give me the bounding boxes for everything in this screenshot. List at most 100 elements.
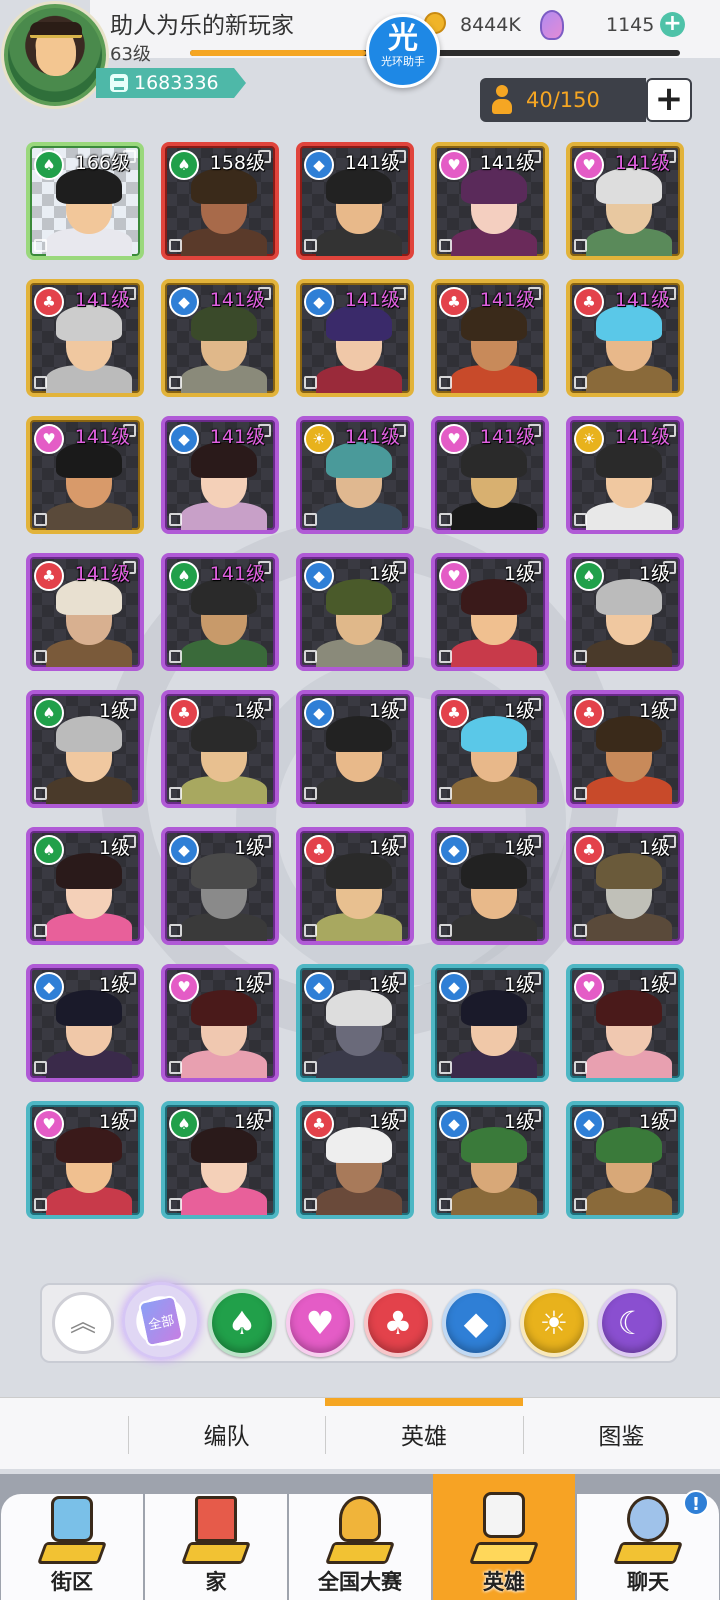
sun-suit-icon: ☀: [574, 424, 604, 454]
gold-amount: 8444K: [460, 14, 521, 36]
hero-card[interactable]: ◆ 1级: [431, 827, 549, 945]
hero-card[interactable]: ♥ 141级: [431, 416, 549, 534]
hero-card[interactable]: ♠ 1级: [26, 690, 144, 808]
player-name: 助人为乐的新玩家: [110, 13, 294, 39]
hero-card[interactable]: ◆ 1级: [26, 964, 144, 1082]
hero-card[interactable]: ♥ 1级: [566, 964, 684, 1082]
hero-card[interactable]: ◆ 1级: [296, 553, 414, 671]
nav-tournament[interactable]: 全国大赛: [289, 1494, 431, 1600]
hero-card[interactable]: ♣ 1级: [566, 827, 684, 945]
club-suit-icon: ♣: [304, 835, 334, 865]
hero-card[interactable]: ♠ 141级: [161, 553, 279, 671]
hero-level: 141级: [344, 289, 400, 311]
tab-heroes[interactable]: 英雄: [325, 1398, 523, 1469]
hero-card[interactable]: ♣ 141级: [26, 279, 144, 397]
hero-card[interactable]: ♥ 1级: [161, 964, 279, 1082]
hero-card[interactable]: ♣ 1级: [566, 690, 684, 808]
hero-card[interactable]: ♥ 141级: [431, 142, 549, 260]
hero-card[interactable]: ♣ 1级: [296, 827, 414, 945]
filter-all-button[interactable]: 全部: [122, 1282, 200, 1360]
hero-portrait: [316, 716, 402, 804]
hero-card[interactable]: ♣ 1级: [161, 690, 279, 808]
hero-card[interactable]: ◆ 141级: [296, 142, 414, 260]
hero-card[interactable]: ♠ 1级: [566, 553, 684, 671]
hero-level: 141级: [614, 289, 670, 311]
filter-heart-button[interactable]: ♥: [286, 1289, 354, 1357]
hero-portrait: [586, 853, 672, 941]
hero-portrait: [316, 579, 402, 667]
hero-card[interactable]: ◆ 1级: [296, 690, 414, 808]
filter-club-button[interactable]: ♣: [364, 1289, 432, 1357]
hero-level: 1级: [368, 837, 400, 859]
hero-portrait: [451, 442, 537, 530]
tab-formation[interactable]: 编队: [128, 1398, 325, 1469]
tab-codex[interactable]: 图鉴: [522, 1398, 720, 1469]
filter-moon-button[interactable]: ☾: [598, 1289, 666, 1357]
sub-tab-spacer: [0, 1398, 128, 1469]
player-avatar[interactable]: [4, 4, 106, 106]
heart-suit-icon: ♥: [574, 150, 604, 180]
hero-card[interactable]: ◆ 141级: [161, 416, 279, 534]
diamond-suit-icon: ◆: [304, 561, 334, 591]
nav-heroes[interactable]: 英雄: [433, 1474, 575, 1600]
hero-portrait: [586, 442, 672, 530]
hero-card[interactable]: ☀ 141级: [566, 416, 684, 534]
gem-amount: 1145: [606, 14, 655, 36]
corner-mark: [439, 924, 452, 937]
corner-mark: [574, 513, 587, 526]
filter-diamond-button[interactable]: ◆: [442, 1289, 510, 1357]
hero-card[interactable]: ♠ 158级: [161, 142, 279, 260]
hero-card[interactable]: ♣ 141级: [431, 279, 549, 397]
hero-card[interactable]: ♥ 1级: [431, 553, 549, 671]
power-badge: 1683336: [96, 68, 246, 98]
hero-portrait: [46, 990, 132, 1078]
hero-level: 141级: [479, 152, 535, 174]
hero-portrait: [181, 716, 267, 804]
club-suit-icon: ♣: [574, 698, 604, 728]
expand-capacity-button[interactable]: +: [646, 78, 692, 122]
hero-level: 141级: [344, 152, 400, 174]
heart-suit-icon: ♥: [439, 424, 469, 454]
scroll-top-button[interactable]: ︽: [52, 1292, 114, 1354]
diamond-suit-icon: ◆: [169, 424, 199, 454]
hero-card[interactable]: ◆ 1级: [296, 964, 414, 1082]
hero-card[interactable]: ◆ 1级: [566, 1101, 684, 1219]
hero-level: 1级: [233, 837, 265, 859]
nav-chat[interactable]: 聊天 !: [577, 1490, 719, 1600]
hero-card[interactable]: ♠ 166级: [26, 142, 144, 260]
hero-portrait: [451, 853, 537, 941]
hero-card[interactable]: ◆ 1级: [431, 964, 549, 1082]
hero-card[interactable]: ☀ 141级: [296, 416, 414, 534]
hero-level: 141级: [74, 426, 130, 448]
hero-card[interactable]: ◆ 141级: [161, 279, 279, 397]
hero-card[interactable]: ♣ 1级: [431, 690, 549, 808]
exp-bar-fill: [190, 50, 367, 56]
diamond-suit-icon: ◆: [439, 835, 469, 865]
hero-card[interactable]: ♥ 1级: [26, 1101, 144, 1219]
halo-helper-button[interactable]: 光 光环助手: [366, 14, 440, 88]
hero-level: 158级: [209, 152, 265, 174]
hero-portrait: [181, 305, 267, 393]
hero-card[interactable]: ♥ 141级: [566, 142, 684, 260]
hero-card[interactable]: ♥ 141级: [26, 416, 144, 534]
filter-spade-button[interactable]: ♠: [208, 1289, 276, 1357]
hero-card[interactable]: ♣ 1级: [296, 1101, 414, 1219]
nav-street[interactable]: 街区: [1, 1494, 143, 1600]
hero-card[interactable]: ♣ 141级: [26, 553, 144, 671]
hero-portrait: [181, 1127, 267, 1215]
hero-card[interactable]: ♣ 141级: [566, 279, 684, 397]
hero-portrait: [451, 168, 537, 256]
hero-card[interactable]: ◆ 1级: [431, 1101, 549, 1219]
hero-card[interactable]: ◆ 141级: [296, 279, 414, 397]
trophy-icon: [323, 1494, 397, 1564]
hero-card[interactable]: ◆ 1级: [161, 827, 279, 945]
nav-home[interactable]: 家: [145, 1494, 287, 1600]
hero-card[interactable]: ♠ 1级: [161, 1101, 279, 1219]
corner-mark: [439, 376, 452, 389]
hero-portrait: [181, 853, 267, 941]
hero-portrait: [586, 579, 672, 667]
add-gems-button[interactable]: +: [660, 12, 685, 37]
corner-mark: [304, 513, 317, 526]
filter-sun-button[interactable]: ☀: [520, 1289, 588, 1357]
hero-card[interactable]: ♠ 1级: [26, 827, 144, 945]
